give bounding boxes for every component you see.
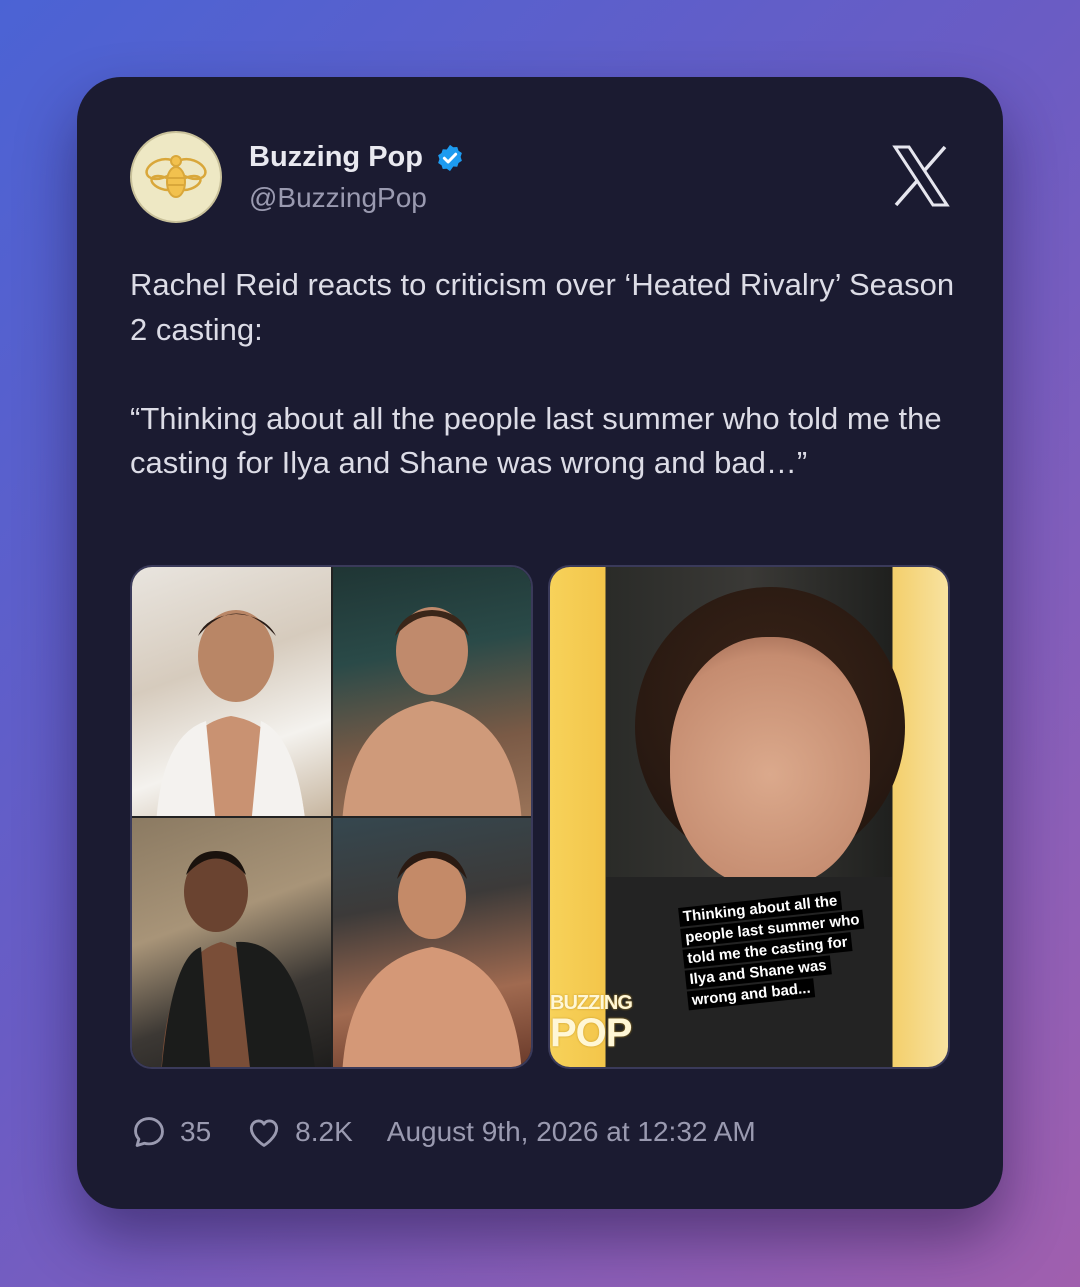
reply-icon[interactable] (130, 1113, 168, 1151)
account-name[interactable]: Buzzing Pop (249, 141, 423, 174)
collage-photo (332, 818, 531, 1067)
verified-badge-icon (438, 144, 462, 171)
media-collage-image[interactable] (130, 565, 533, 1069)
tweet-text: Rachel Reid reacts to criticism over ‘He… (130, 267, 955, 480)
collage-photo (132, 567, 331, 816)
timestamp[interactable]: August 9th, 2026 at 12:32 AM (387, 1116, 756, 1148)
tweet-footer: 35 8.2K August 9th, 2026 at 12:32 AM (130, 1113, 756, 1151)
person-photo (161, 851, 316, 1067)
tweet-card: Buzzing Pop @BuzzingPop Rachel Reid reac… (77, 77, 1003, 1209)
story-caption: Thinking about all the people last summe… (678, 887, 878, 1011)
like-count: 8.2K (295, 1116, 353, 1147)
collage-photo (132, 818, 331, 1067)
collage-grid (132, 567, 531, 1067)
reply-count: 35 (180, 1116, 212, 1147)
avatar[interactable] (130, 131, 222, 223)
bee-avatar-icon (145, 155, 207, 198)
face (670, 637, 870, 887)
account-handle[interactable]: @BuzzingPop (249, 182, 427, 214)
media-story-image[interactable]: Thinking about all the people last summe… (548, 565, 950, 1069)
collage-photo (332, 567, 531, 816)
heart-icon[interactable] (245, 1113, 283, 1151)
buzzing-pop-watermark: BUZZING POP (550, 992, 633, 1055)
person-photo (342, 607, 522, 816)
account-name-row: Buzzing Pop (249, 141, 465, 174)
x-logo-icon[interactable] (892, 145, 950, 207)
person-photo (342, 851, 522, 1067)
person-photo (157, 610, 305, 816)
